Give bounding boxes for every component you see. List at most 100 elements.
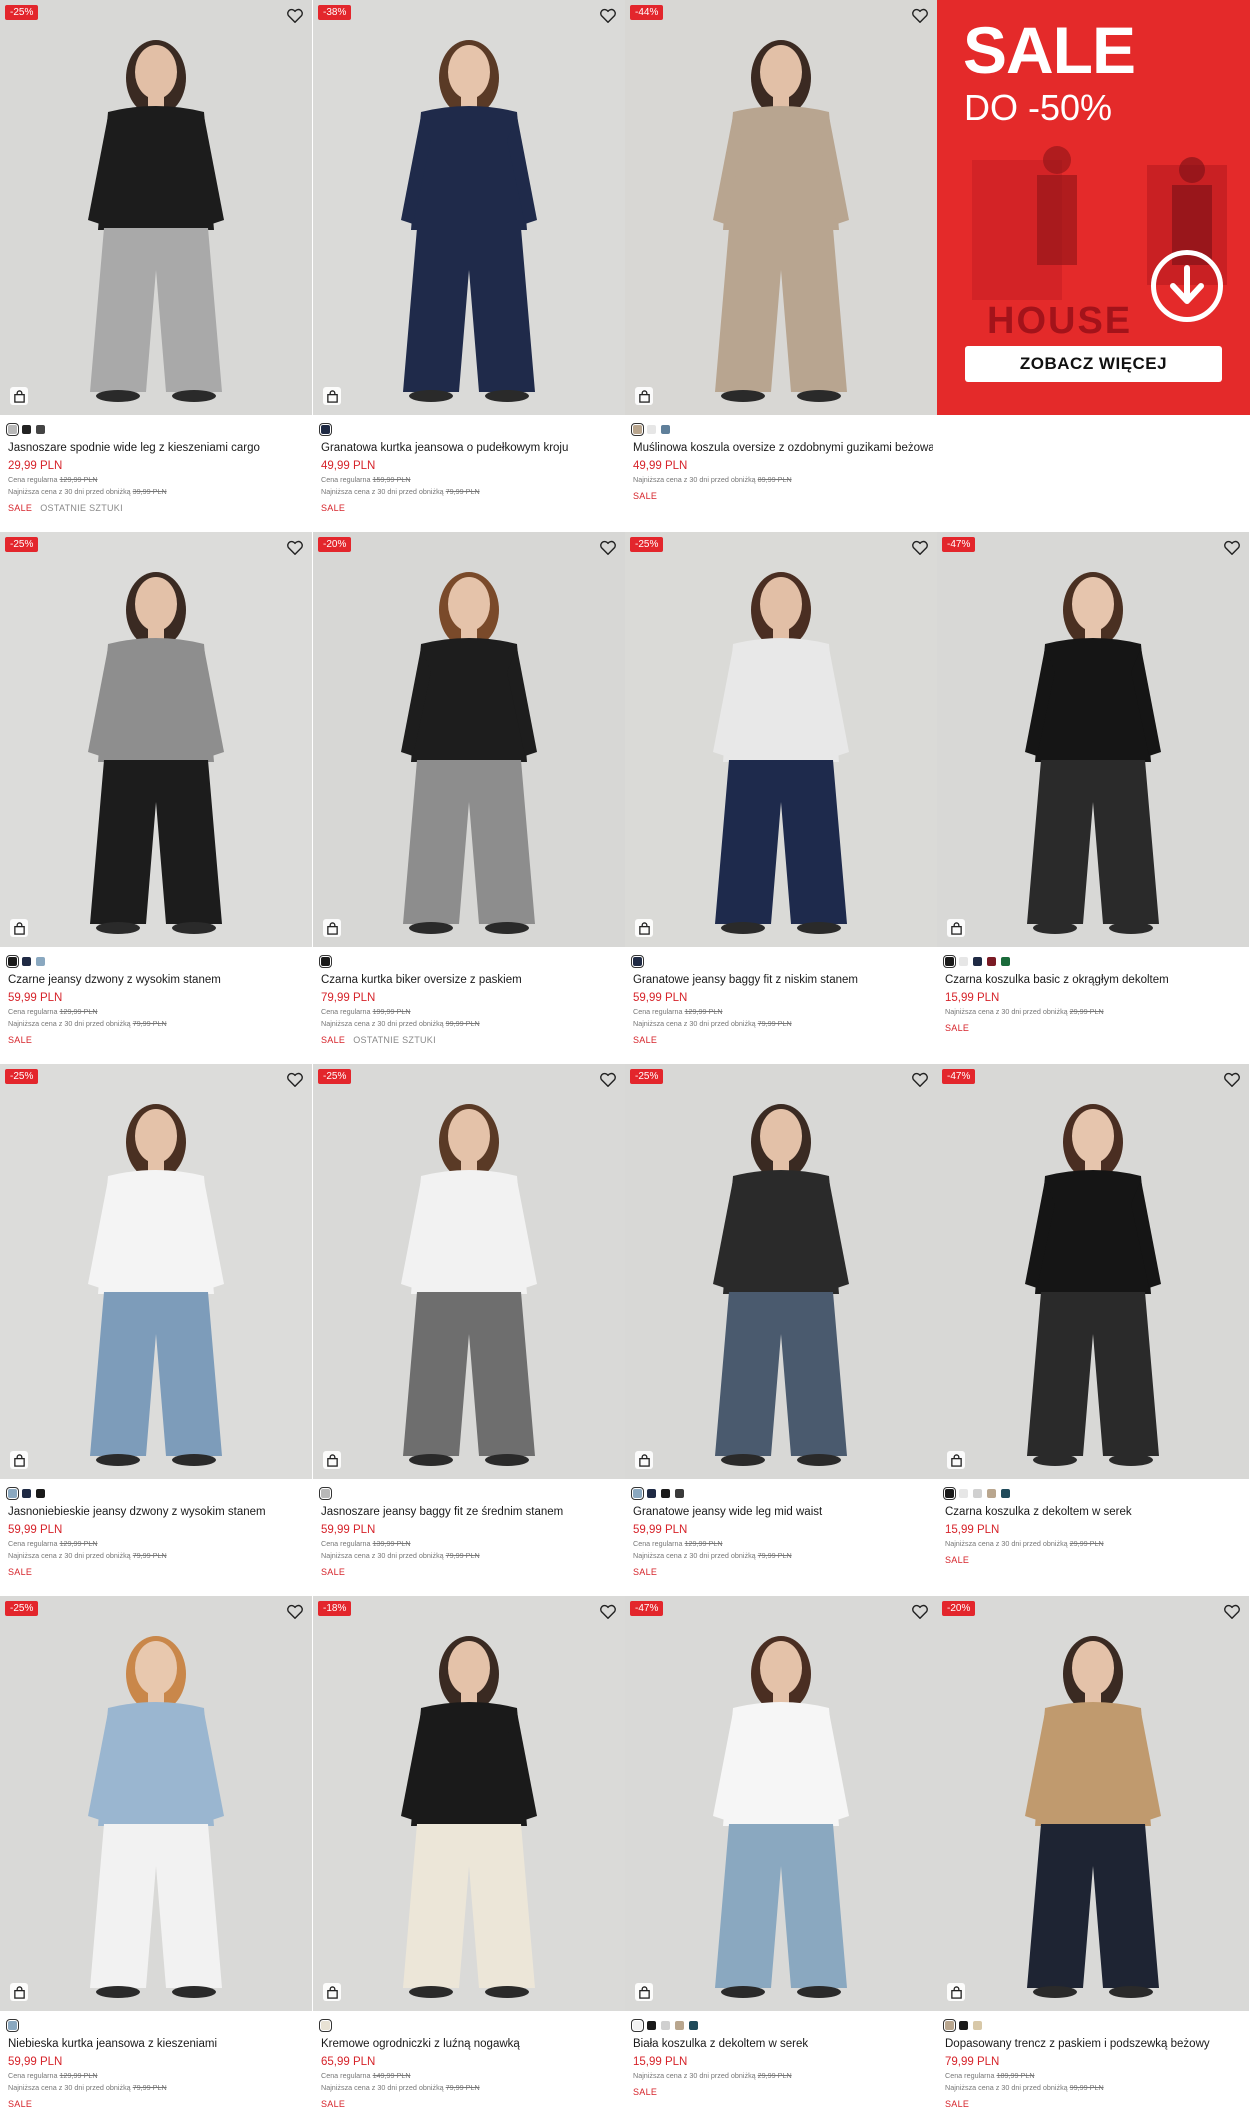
shopping-bag-icon[interactable] <box>323 919 341 937</box>
color-swatch[interactable] <box>959 2020 968 2030</box>
color-swatch[interactable] <box>959 1488 968 1498</box>
color-swatch[interactable] <box>689 2020 698 2030</box>
color-swatch[interactable] <box>675 2020 684 2030</box>
product-card[interactable]: -25% Jasnoniebieskie jeansy dzwony z wys… <box>0 1064 312 1596</box>
color-swatch[interactable] <box>943 2018 956 2032</box>
shopping-bag-icon[interactable] <box>947 919 965 937</box>
color-swatch[interactable] <box>661 1488 670 1498</box>
color-swatch[interactable] <box>987 1488 996 1498</box>
product-card[interactable]: -20% Dopasowany trencz z paskiem i podsz… <box>937 1596 1249 2128</box>
product-name[interactable]: Muślinowa koszula oversize z ozdobnymi g… <box>633 442 933 454</box>
product-image[interactable]: -44% <box>625 0 937 415</box>
product-name[interactable]: Jasnoszare jeansy baggy fit ze średnim s… <box>321 1506 621 1518</box>
heart-icon[interactable] <box>911 1604 929 1620</box>
heart-icon[interactable] <box>1223 1072 1241 1088</box>
color-swatch[interactable] <box>647 2020 656 2030</box>
product-name[interactable]: Czarna koszulka z dekoltem w serek <box>945 1506 1245 1518</box>
heart-icon[interactable] <box>1223 1604 1241 1620</box>
product-name[interactable]: Dopasowany trencz z paskiem i podszewką … <box>945 2038 1245 2050</box>
color-swatch[interactable] <box>319 954 332 968</box>
shopping-bag-icon[interactable] <box>10 1451 28 1469</box>
color-swatch[interactable] <box>319 2018 332 2032</box>
color-swatch[interactable] <box>6 1486 19 1500</box>
color-swatch[interactable] <box>22 1488 31 1498</box>
color-swatch[interactable] <box>973 2020 982 2030</box>
shopping-bag-icon[interactable] <box>10 919 28 937</box>
product-name[interactable]: Granatowe jeansy baggy fit z niskim stan… <box>633 974 933 986</box>
color-swatch[interactable] <box>6 954 19 968</box>
product-image[interactable]: -47% <box>937 1064 1249 1479</box>
product-name[interactable]: Czarna kurtka biker oversize z paskiem <box>321 974 621 986</box>
color-swatch[interactable] <box>661 424 670 434</box>
color-swatch[interactable] <box>6 422 19 436</box>
color-swatch[interactable] <box>1001 1488 1010 1498</box>
heart-icon[interactable] <box>599 8 617 24</box>
product-card[interactable]: -25% Jasnoszare jeansy baggy fit ze śred… <box>313 1064 625 1596</box>
color-swatch[interactable] <box>36 1488 45 1498</box>
product-image[interactable]: -47% <box>937 532 1249 947</box>
product-card[interactable]: -47% Czarna koszulka basic z okrągłym de… <box>937 532 1249 1064</box>
shopping-bag-icon[interactable] <box>635 919 653 937</box>
product-image[interactable]: -25% <box>0 0 312 415</box>
product-card[interactable]: -38% Granatowa kurtka jeansowa o pudełko… <box>313 0 625 532</box>
color-swatch[interactable] <box>647 424 656 434</box>
product-name[interactable]: Biała koszulka z dekoltem w serek <box>633 2038 933 2050</box>
product-image[interactable]: -25% <box>625 1064 937 1479</box>
product-image[interactable]: -47% <box>625 1596 937 2011</box>
product-image[interactable]: -38% <box>313 0 625 415</box>
product-image[interactable]: -25% <box>313 1064 625 1479</box>
product-name[interactable]: Granatowa kurtka jeansowa o pudełkowym k… <box>321 442 621 454</box>
shopping-bag-icon[interactable] <box>323 1451 341 1469</box>
shopping-bag-icon[interactable] <box>10 387 28 405</box>
color-swatch[interactable] <box>973 1488 982 1498</box>
product-image[interactable]: -20% <box>937 1596 1249 2011</box>
color-swatch[interactable] <box>319 422 332 436</box>
color-swatch[interactable] <box>675 1488 684 1498</box>
color-swatch[interactable] <box>631 954 644 968</box>
product-card[interactable]: -18% Kremowe ogrodniczki z luźną nogawką… <box>313 1596 625 2128</box>
color-swatch[interactable] <box>631 422 644 436</box>
product-name[interactable]: Niebieska kurtka jeansowa z kieszeniami <box>8 2038 308 2050</box>
color-swatch[interactable] <box>987 956 996 966</box>
product-card[interactable]: -25% Jasnoszare spodnie wide leg z kiesz… <box>0 0 312 532</box>
heart-icon[interactable] <box>599 1072 617 1088</box>
product-image[interactable]: -25% <box>0 532 312 947</box>
heart-icon[interactable] <box>911 8 929 24</box>
shopping-bag-icon[interactable] <box>10 1983 28 2001</box>
product-image[interactable]: -18% <box>313 1596 625 2011</box>
color-swatch[interactable] <box>22 424 31 434</box>
product-image[interactable]: -25% <box>0 1064 312 1479</box>
product-name[interactable]: Kremowe ogrodniczki z luźną nogawką <box>321 2038 621 2050</box>
heart-icon[interactable] <box>286 8 304 24</box>
heart-icon[interactable] <box>911 1072 929 1088</box>
heart-icon[interactable] <box>1223 540 1241 556</box>
see-more-button[interactable]: ZOBACZ WIĘCEJ <box>965 346 1222 382</box>
color-swatch[interactable] <box>36 424 45 434</box>
color-swatch[interactable] <box>959 956 968 966</box>
product-card[interactable]: -25% Granatowe jeansy baggy fit z niskim… <box>625 532 937 1064</box>
color-swatch[interactable] <box>1001 956 1010 966</box>
heart-icon[interactable] <box>599 1604 617 1620</box>
product-image[interactable]: -25% <box>0 1596 312 2011</box>
shopping-bag-icon[interactable] <box>635 1983 653 2001</box>
heart-icon[interactable] <box>286 1604 304 1620</box>
product-card[interactable]: -47% Biała koszulka z dekoltem w serek 1… <box>625 1596 937 2128</box>
shopping-bag-icon[interactable] <box>323 387 341 405</box>
color-swatch[interactable] <box>319 1486 332 1500</box>
shopping-bag-icon[interactable] <box>947 1451 965 1469</box>
product-name[interactable]: Jasnoniebieskie jeansy dzwony z wysokim … <box>8 1506 308 1518</box>
color-swatch[interactable] <box>631 1486 644 1500</box>
product-name[interactable]: Czarne jeansy dzwony z wysokim stanem <box>8 974 308 986</box>
color-swatch[interactable] <box>6 2018 19 2032</box>
shopping-bag-icon[interactable] <box>947 1983 965 2001</box>
color-swatch[interactable] <box>973 956 982 966</box>
product-image[interactable]: -25% <box>625 532 937 947</box>
product-card[interactable]: -25% Czarne jeansy dzwony z wysokim stan… <box>0 532 312 1064</box>
heart-icon[interactable] <box>599 540 617 556</box>
product-card[interactable]: -44% Muślinowa koszula oversize z ozdobn… <box>625 0 937 532</box>
shopping-bag-icon[interactable] <box>635 1451 653 1469</box>
color-swatch[interactable] <box>943 954 956 968</box>
heart-icon[interactable] <box>911 540 929 556</box>
color-swatch[interactable] <box>661 2020 670 2030</box>
sale-promo-banner[interactable]: SALE DO -50% HOUSE ZOBACZ WIĘCEJ <box>937 0 1250 415</box>
